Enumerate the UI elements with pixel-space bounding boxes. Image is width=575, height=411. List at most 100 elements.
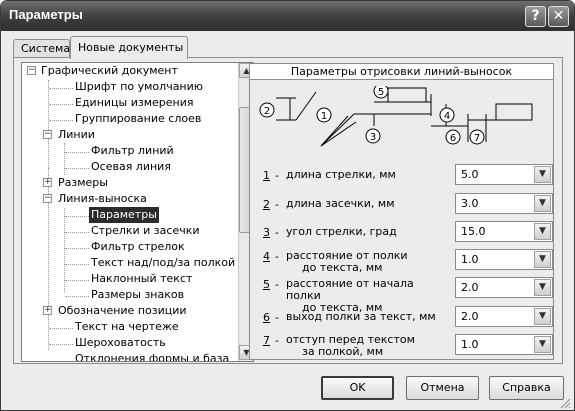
param-number: 3 [263, 226, 270, 239]
tab-new-documents[interactable]: Новые документы [70, 36, 188, 59]
ok-button[interactable]: OK [321, 376, 394, 400]
cancel-button[interactable]: Отмена [406, 376, 479, 400]
param-number: 1 [263, 169, 270, 182]
tab-panel: − − + − + Графический документ Шрифт по … [13, 57, 563, 364]
tree-connector [49, 88, 73, 89]
tree-connector [49, 344, 73, 345]
param-label-line: длина засечки, мм [286, 197, 395, 210]
help-icon[interactable]: ? [525, 6, 546, 27]
params-header: Параметры отрисовки линий-выносок [250, 64, 553, 80]
tick-length-combo[interactable]: 3.0 ▼ [455, 193, 553, 214]
combo-value[interactable]: 2.0 [461, 310, 479, 323]
combo-value[interactable]: 1.0 [461, 253, 479, 266]
param-label-line: угол стрелки, град [286, 225, 397, 238]
chevron-down-icon[interactable]: ▼ [534, 166, 551, 183]
tab-system[interactable]: Система [13, 39, 70, 58]
param-number: 6 [263, 311, 270, 324]
param-dash: - [275, 334, 279, 347]
chevron-down-icon[interactable]: ▼ [534, 195, 551, 212]
expand-icon[interactable]: + [43, 178, 52, 187]
tree-item[interactable]: Фильтр стрелок [91, 239, 185, 255]
tree-connector [49, 328, 73, 329]
tree-item[interactable]: Текст на чертеже [75, 319, 179, 335]
tree-item[interactable]: Отклонения формы и база [75, 351, 229, 361]
chevron-down-icon[interactable]: ▼ [534, 223, 551, 240]
shelf-overhang-combo[interactable]: 2.0 ▼ [455, 306, 553, 327]
diagram-label: 2 [264, 106, 270, 117]
param-dash: - [275, 250, 279, 263]
param-label-line: выход полки за текст, мм [286, 310, 436, 323]
title-bar[interactable]: Параметры ? ✕ [1, 1, 574, 31]
collapse-icon[interactable]: − [43, 130, 52, 139]
diagram-label: 1 [321, 111, 327, 122]
tree-connector [65, 152, 89, 153]
arrow-length-combo[interactable]: 5.0 ▼ [455, 164, 553, 185]
combo-value[interactable]: 5.0 [461, 168, 479, 181]
collapse-icon[interactable]: − [27, 66, 36, 75]
param-label-line: за полкой, мм [302, 345, 384, 358]
tree-connector [65, 168, 89, 169]
combo-value[interactable]: 2.0 [461, 281, 479, 294]
param-number: 4 [263, 250, 270, 263]
tree-item[interactable]: Стрелки и засечки [91, 223, 200, 239]
combo-value[interactable]: 1.0 [461, 338, 479, 351]
tree-item[interactable]: Группирование слоев [75, 111, 201, 127]
tree-item[interactable]: Текст над/под/за полкой [91, 255, 235, 271]
tree-item[interactable]: Фильтр линий [91, 143, 174, 159]
tree-connector [65, 248, 89, 249]
shelf-start-to-text-combo[interactable]: 2.0 ▼ [455, 277, 553, 298]
tick-length-label: длина засечки, мм [286, 198, 448, 210]
tree-item[interactable]: Графический документ [41, 63, 178, 79]
tree-item[interactable]: Наклонный текст [91, 271, 192, 287]
tree-item[interactable]: Линия-выноска [58, 191, 147, 207]
expand-icon[interactable]: + [43, 306, 52, 315]
settings-tree: − − + − + Графический документ Шрифт по … [21, 62, 254, 362]
close-icon[interactable]: ✕ [548, 6, 569, 27]
tree-item[interactable]: Шероховатость [75, 335, 166, 351]
chevron-down-icon[interactable]: ▼ [534, 251, 551, 268]
tree-item[interactable]: Линии [58, 127, 95, 143]
tree-item[interactable]: Размеры знаков [91, 287, 184, 303]
arrow-length-label: длина стрелки, мм [286, 169, 448, 181]
arrow-angle-combo[interactable]: 15.0 ▼ [455, 221, 553, 242]
tree-connector [49, 120, 73, 121]
diagram-label: 5 [378, 87, 384, 98]
chevron-down-icon[interactable]: ▼ [534, 279, 551, 296]
tree-item[interactable]: Осевая линия [91, 159, 171, 175]
diagram-label: 7 [474, 133, 480, 144]
tree-item[interactable]: Единицы измерения [75, 95, 194, 111]
param-number: 5 [263, 278, 270, 291]
shelf-to-text-combo[interactable]: 1.0 ▼ [455, 249, 553, 270]
param-dash: - [275, 198, 279, 211]
shelf-to-text-label: расстояние от полки до текста, мм [286, 250, 448, 274]
tree-item-selected[interactable]: Параметры [89, 207, 159, 223]
diagram-label: 3 [370, 132, 376, 143]
chevron-down-icon[interactable]: ▼ [534, 336, 551, 353]
tree-item[interactable]: Обозначение позиции [58, 303, 187, 319]
chevron-down-icon[interactable]: ▼ [534, 308, 551, 325]
text-indent-combo[interactable]: 1.0 ▼ [455, 334, 553, 355]
param-dash: - [275, 169, 279, 182]
tree-connector [65, 232, 89, 233]
param-label-line: до текста, мм [302, 261, 383, 274]
collapse-icon[interactable]: − [43, 194, 52, 203]
diagram-label: 6 [450, 133, 456, 144]
tree-item[interactable]: Шрифт по умолчанию [75, 79, 203, 95]
window-title: Параметры [9, 7, 83, 22]
combo-value[interactable]: 15.0 [461, 225, 486, 238]
help-button[interactable]: Справка [489, 376, 564, 400]
diagram-label: 4 [444, 111, 450, 122]
tree-connector [65, 280, 89, 281]
resize-grip-icon[interactable] [559, 397, 571, 409]
tree-connector [64, 143, 65, 175]
leader-params-panel: Параметры отрисовки линий-выносок 1 2 3 … [249, 63, 554, 360]
param-dash: - [275, 311, 279, 324]
param-label-line: длина стрелки, мм [286, 168, 396, 181]
tree-connector [48, 80, 49, 168]
options-dialog: Параметры ? ✕ Система Новые документы − … [0, 0, 575, 411]
tree-connector [65, 296, 89, 297]
shelf-start-to-text-label: расстояние от начала полки до текста, мм [286, 278, 448, 314]
tree-item[interactable]: Размеры [58, 175, 108, 191]
combo-value[interactable]: 3.0 [461, 197, 479, 210]
param-dash: - [275, 226, 279, 239]
